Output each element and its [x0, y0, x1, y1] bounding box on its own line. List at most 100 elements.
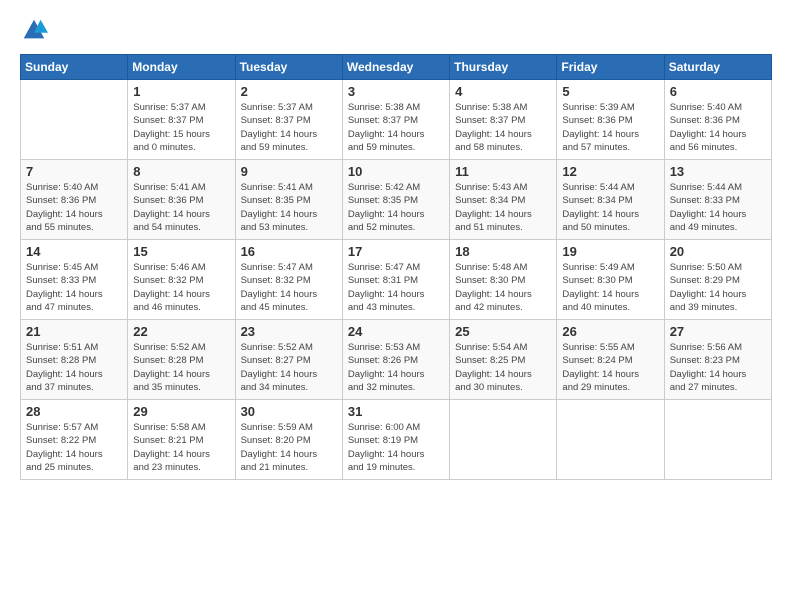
week-row-4: 21 Sunrise: 5:51 AM Sunset: 8:28 PM Dayli…	[21, 320, 772, 400]
day-cell: 5Sunrise: 5:39 AM Sunset: 8:36 PM Daylig…	[557, 80, 664, 160]
header-cell-saturday: Saturday	[664, 55, 771, 80]
day-number: 28	[26, 404, 122, 419]
day-cell: 29Sunrise: 5:58 AM Sunset: 8:21 PM Dayli…	[128, 400, 235, 480]
day-info: Sunrise: 5:41 AM Sunset: 8:35 PM Dayligh…	[241, 181, 337, 234]
day-cell: 2Sunrise: 5:37 AM Sunset: 8:37 PM Daylig…	[235, 80, 342, 160]
page: SundayMondayTuesdayWednesdayThursdayFrid…	[0, 0, 792, 490]
day-number: 8	[133, 164, 229, 179]
day-number: 1	[133, 84, 229, 99]
day-info: Sunrise: 5:45 AM Sunset: 8:33 PM Dayligh…	[26, 261, 122, 314]
day-number: 3	[348, 84, 444, 99]
day-cell: 13 Sunrise: 5:44 AM Sunset: 8:33 PM Dayli…	[664, 160, 771, 240]
day-cell: 30 Sunrise: 5:59 AM Sunset: 8:20 PM Dayli…	[235, 400, 342, 480]
day-info: Sunrise: 5:52 AM Sunset: 8:27 PM Dayligh…	[241, 341, 337, 394]
day-cell: 22 Sunrise: 5:52 AM Sunset: 8:28 PM Dayli…	[128, 320, 235, 400]
day-info: Sunrise: 5:38 AM Sunset: 8:37 PM Dayligh…	[348, 101, 444, 154]
day-cell: 31Sunrise: 6:00 AM Sunset: 8:19 PM Dayli…	[342, 400, 449, 480]
day-cell: 15 Sunrise: 5:46 AM Sunset: 8:32 PM Dayli…	[128, 240, 235, 320]
day-info: Sunrise: 5:55 AM Sunset: 8:24 PM Dayligh…	[562, 341, 658, 394]
day-number: 11	[455, 164, 551, 179]
day-cell: 14 Sunrise: 5:45 AM Sunset: 8:33 PM Dayli…	[21, 240, 128, 320]
day-info: Sunrise: 5:58 AM Sunset: 8:21 PM Dayligh…	[133, 421, 229, 474]
day-info: Sunrise: 5:47 AM Sunset: 8:31 PM Dayligh…	[348, 261, 444, 314]
day-number: 18	[455, 244, 551, 259]
day-info: Sunrise: 5:39 AM Sunset: 8:36 PM Dayligh…	[562, 101, 658, 154]
header-cell-monday: Monday	[128, 55, 235, 80]
week-row-5: 28 Sunrise: 5:57 AM Sunset: 8:22 PM Dayli…	[21, 400, 772, 480]
day-cell: 9Sunrise: 5:41 AM Sunset: 8:35 PM Daylig…	[235, 160, 342, 240]
day-cell: 19 Sunrise: 5:49 AM Sunset: 8:30 PM Dayli…	[557, 240, 664, 320]
day-info: Sunrise: 5:37 AM Sunset: 8:37 PM Dayligh…	[241, 101, 337, 154]
day-info: Sunrise: 5:47 AM Sunset: 8:32 PM Dayligh…	[241, 261, 337, 314]
day-info: Sunrise: 5:44 AM Sunset: 8:34 PM Dayligh…	[562, 181, 658, 234]
day-number: 6	[670, 84, 766, 99]
day-info: Sunrise: 5:40 AM Sunset: 8:36 PM Dayligh…	[26, 181, 122, 234]
header-cell-friday: Friday	[557, 55, 664, 80]
day-info: Sunrise: 5:41 AM Sunset: 8:36 PM Dayligh…	[133, 181, 229, 234]
day-info: Sunrise: 5:51 AM Sunset: 8:28 PM Dayligh…	[26, 341, 122, 394]
day-cell: 25 Sunrise: 5:54 AM Sunset: 8:25 PM Dayli…	[450, 320, 557, 400]
day-cell: 28 Sunrise: 5:57 AM Sunset: 8:22 PM Dayli…	[21, 400, 128, 480]
day-number: 10	[348, 164, 444, 179]
header-cell-tuesday: Tuesday	[235, 55, 342, 80]
day-number: 24	[348, 324, 444, 339]
day-cell: 18 Sunrise: 5:48 AM Sunset: 8:30 PM Dayli…	[450, 240, 557, 320]
day-info: Sunrise: 5:52 AM Sunset: 8:28 PM Dayligh…	[133, 341, 229, 394]
day-number: 21	[26, 324, 122, 339]
day-cell	[664, 400, 771, 480]
day-info: Sunrise: 5:57 AM Sunset: 8:22 PM Dayligh…	[26, 421, 122, 474]
day-number: 31	[348, 404, 444, 419]
day-info: Sunrise: 5:40 AM Sunset: 8:36 PM Dayligh…	[670, 101, 766, 154]
day-number: 25	[455, 324, 551, 339]
day-cell: 6 Sunrise: 5:40 AM Sunset: 8:36 PM Daylig…	[664, 80, 771, 160]
week-row-1: 1 Sunrise: 5:37 AM Sunset: 8:37 PM Daylig…	[21, 80, 772, 160]
day-cell: 20 Sunrise: 5:50 AM Sunset: 8:29 PM Dayli…	[664, 240, 771, 320]
day-number: 23	[241, 324, 337, 339]
header-cell-thursday: Thursday	[450, 55, 557, 80]
day-number: 14	[26, 244, 122, 259]
day-cell: 3 Sunrise: 5:38 AM Sunset: 8:37 PM Daylig…	[342, 80, 449, 160]
day-info: Sunrise: 5:56 AM Sunset: 8:23 PM Dayligh…	[670, 341, 766, 394]
day-number: 7	[26, 164, 122, 179]
day-number: 27	[670, 324, 766, 339]
day-cell	[21, 80, 128, 160]
day-number: 15	[133, 244, 229, 259]
logo	[20, 16, 52, 44]
day-cell: 17 Sunrise: 5:47 AM Sunset: 8:31 PM Dayli…	[342, 240, 449, 320]
day-cell: 11Sunrise: 5:43 AM Sunset: 8:34 PM Dayli…	[450, 160, 557, 240]
header-row: SundayMondayTuesdayWednesdayThursdayFrid…	[21, 55, 772, 80]
day-info: Sunrise: 5:38 AM Sunset: 8:37 PM Dayligh…	[455, 101, 551, 154]
day-cell: 23 Sunrise: 5:52 AM Sunset: 8:27 PM Dayli…	[235, 320, 342, 400]
day-info: Sunrise: 5:46 AM Sunset: 8:32 PM Dayligh…	[133, 261, 229, 314]
logo-icon	[20, 16, 48, 44]
day-number: 22	[133, 324, 229, 339]
day-number: 13	[670, 164, 766, 179]
day-cell: 16 Sunrise: 5:47 AM Sunset: 8:32 PM Dayli…	[235, 240, 342, 320]
day-cell: 24 Sunrise: 5:53 AM Sunset: 8:26 PM Dayli…	[342, 320, 449, 400]
header-cell-sunday: Sunday	[21, 55, 128, 80]
day-cell: 1 Sunrise: 5:37 AM Sunset: 8:37 PM Daylig…	[128, 80, 235, 160]
calendar-table: SundayMondayTuesdayWednesdayThursdayFrid…	[20, 54, 772, 480]
day-number: 20	[670, 244, 766, 259]
day-info: Sunrise: 5:49 AM Sunset: 8:30 PM Dayligh…	[562, 261, 658, 314]
day-cell: 27 Sunrise: 5:56 AM Sunset: 8:23 PM Dayli…	[664, 320, 771, 400]
day-cell	[450, 400, 557, 480]
day-info: Sunrise: 5:48 AM Sunset: 8:30 PM Dayligh…	[455, 261, 551, 314]
day-info: Sunrise: 5:59 AM Sunset: 8:20 PM Dayligh…	[241, 421, 337, 474]
day-number: 17	[348, 244, 444, 259]
day-cell: 21 Sunrise: 5:51 AM Sunset: 8:28 PM Dayli…	[21, 320, 128, 400]
day-number: 30	[241, 404, 337, 419]
day-info: Sunrise: 5:54 AM Sunset: 8:25 PM Dayligh…	[455, 341, 551, 394]
day-cell: 8 Sunrise: 5:41 AM Sunset: 8:36 PM Daylig…	[128, 160, 235, 240]
day-info: Sunrise: 5:53 AM Sunset: 8:26 PM Dayligh…	[348, 341, 444, 394]
day-cell	[557, 400, 664, 480]
day-info: Sunrise: 5:37 AM Sunset: 8:37 PM Dayligh…	[133, 101, 229, 154]
day-number: 26	[562, 324, 658, 339]
day-number: 16	[241, 244, 337, 259]
day-cell: 12Sunrise: 5:44 AM Sunset: 8:34 PM Dayli…	[557, 160, 664, 240]
day-cell: 26 Sunrise: 5:55 AM Sunset: 8:24 PM Dayli…	[557, 320, 664, 400]
week-row-3: 14 Sunrise: 5:45 AM Sunset: 8:33 PM Dayli…	[21, 240, 772, 320]
day-number: 19	[562, 244, 658, 259]
day-info: Sunrise: 5:50 AM Sunset: 8:29 PM Dayligh…	[670, 261, 766, 314]
day-info: Sunrise: 5:44 AM Sunset: 8:33 PM Dayligh…	[670, 181, 766, 234]
